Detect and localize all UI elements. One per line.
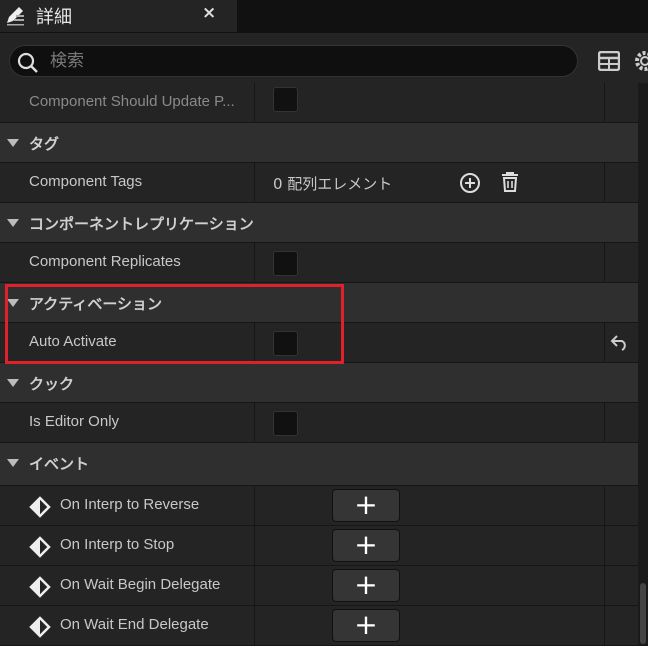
- event-label: On Interp to Stop: [60, 536, 175, 553]
- search-icon: [17, 52, 38, 73]
- collapse-arrow-icon[interactable]: [7, 139, 19, 147]
- property-label: Component Tags: [29, 173, 143, 190]
- collapse-arrow-icon[interactable]: [7, 219, 19, 227]
- event-label: On Wait Begin Delegate: [60, 576, 221, 593]
- close-icon[interactable]: ×: [202, 3, 216, 23]
- event-label: On Interp to Reverse: [60, 496, 200, 513]
- event-label: On Wait End Delegate: [60, 616, 209, 633]
- property-row: Component Replicates: [0, 243, 638, 283]
- table-view-icon[interactable]: [598, 51, 620, 71]
- collapse-arrow-icon[interactable]: [7, 459, 19, 467]
- category-label: タグ: [29, 136, 60, 153]
- search-row: [0, 33, 648, 83]
- event-delegate-icon: [29, 616, 51, 638]
- property-label: Is Editor Only: [29, 413, 120, 430]
- event-row: On Interp to Reverse +: [0, 486, 638, 526]
- add-event-button[interactable]: +: [332, 489, 400, 522]
- event-row: On Interp to Stop +: [0, 526, 638, 566]
- category-tags[interactable]: タグ: [0, 123, 638, 163]
- add-event-button[interactable]: +: [332, 609, 400, 642]
- category-label: コンポーネントレプリケーション: [29, 216, 254, 233]
- event-row: On Wait Begin Delegate +: [0, 566, 638, 606]
- search-box[interactable]: [9, 45, 578, 77]
- checkbox[interactable]: [273, 87, 298, 112]
- edit-icon: [7, 7, 24, 26]
- add-event-button[interactable]: +: [332, 569, 400, 602]
- search-input[interactable]: [50, 49, 550, 73]
- trash-icon[interactable]: [500, 171, 520, 193]
- reset-to-default-icon[interactable]: [610, 333, 630, 351]
- property-row: Component Should Update P...: [0, 83, 638, 123]
- category-cook[interactable]: クック: [0, 363, 638, 403]
- category-events[interactable]: イベント: [0, 443, 638, 486]
- property-label: Component Replicates: [29, 253, 181, 270]
- category-label: クック: [29, 376, 75, 393]
- event-delegate-icon: [29, 576, 51, 598]
- highlight-box: [5, 284, 344, 364]
- property-row: Component Tags 0 配列エレメント: [0, 163, 638, 203]
- array-count: 0 配列エレメント: [273, 175, 393, 193]
- category-label: イベント: [29, 456, 90, 473]
- property-row: Is Editor Only: [0, 403, 638, 443]
- event-delegate-icon: [29, 536, 51, 558]
- gear-icon[interactable]: [633, 49, 648, 73]
- add-element-icon[interactable]: [459, 172, 481, 194]
- checkbox[interactable]: [273, 411, 298, 436]
- scrollbar[interactable]: [638, 83, 648, 644]
- category-replication[interactable]: コンポーネントレプリケーション: [0, 203, 638, 243]
- collapse-arrow-icon[interactable]: [7, 379, 19, 387]
- event-row: On Wait End Delegate +: [0, 606, 638, 646]
- details-list: Component Should Update P... タグ Componen…: [0, 83, 638, 646]
- scrollbar-thumb[interactable]: [640, 583, 646, 644]
- property-label: Component Should Update P...: [29, 93, 235, 110]
- checkbox[interactable]: [273, 251, 298, 276]
- tab-title: 詳細: [36, 7, 72, 28]
- tab-bar: 詳細 ×: [0, 0, 648, 33]
- event-delegate-icon: [29, 496, 51, 518]
- add-event-button[interactable]: +: [332, 529, 400, 562]
- tab-details[interactable]: 詳細 ×: [0, 0, 237, 32]
